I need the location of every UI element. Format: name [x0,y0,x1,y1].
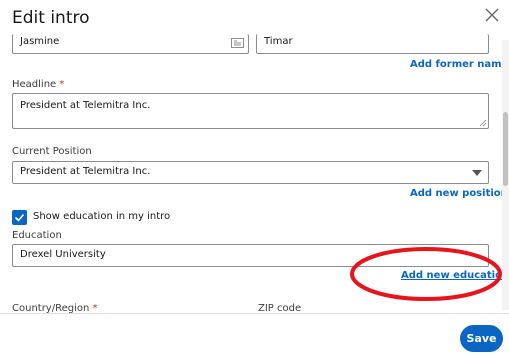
save-button[interactable]: Save [460,325,503,352]
current-position-select[interactable]: President at Telemitra Inc. [12,161,489,184]
close-icon[interactable] [482,5,502,25]
education-select[interactable]: Drexel University [12,244,489,267]
headline-required-mark: * [59,79,65,90]
checkmark-icon [14,213,25,222]
headline-label: Headline * [12,79,64,90]
resize-handle-icon[interactable] [480,120,486,126]
headline-value: President at Telemitra Inc. [20,100,151,111]
add-former-name-link[interactable]: Add former name [410,59,508,70]
add-new-position-link[interactable]: Add new position [410,188,508,199]
current-position-label: Current Position [12,146,92,157]
card-icon [231,38,244,48]
last-name-input[interactable]: Timar [256,34,489,54]
edit-intro-modal: Edit intro Jasmine Timar Add former name… [0,0,509,354]
show-education-checkbox[interactable] [12,210,27,225]
first-name-input[interactable]: Jasmine [12,34,249,54]
education-value: Drexel University [20,249,106,260]
education-label: Education [12,230,62,241]
chevron-down-icon [472,170,482,176]
first-name-value: Jasmine [20,36,60,47]
modal-body: Jasmine Timar Add former name Headline *… [0,34,509,314]
last-name-value: Timar [264,36,293,47]
modal-title: Edit intro [12,8,90,28]
current-position-value: President at Telemitra Inc. [20,166,151,177]
add-new-education-link[interactable]: Add new education [401,270,509,281]
modal-header: Edit intro [0,0,509,34]
headline-label-text: Headline [12,79,57,90]
scrollbar-thumb[interactable] [503,112,508,186]
footer-divider [0,313,509,314]
headline-textarea[interactable]: President at Telemitra Inc. [12,93,489,129]
show-education-label: Show education in my intro [33,211,171,222]
